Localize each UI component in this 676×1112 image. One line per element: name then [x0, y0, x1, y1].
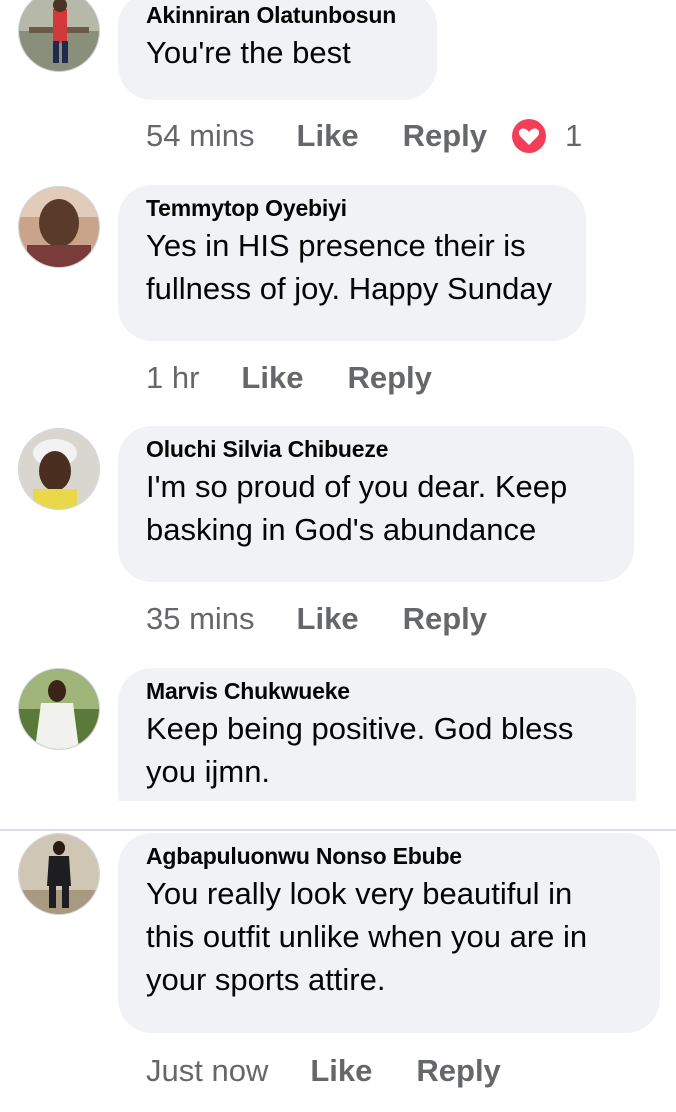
comment-text-line: you ijmn. [146, 754, 271, 789]
avatar-photo [19, 0, 99, 71]
avatar-photo [19, 429, 99, 509]
avatar[interactable] [18, 428, 100, 510]
comment-text-line: fullness of joy. Happy Sunday [146, 271, 553, 306]
like-button[interactable]: Like [310, 1053, 372, 1089]
comment-text-line: You're the best [146, 35, 351, 70]
reply-button[interactable]: Reply [403, 601, 487, 637]
scroll-clip [100, 801, 676, 829]
avatar[interactable] [18, 0, 100, 72]
comment-author[interactable]: Agbapuluonwu Nonso Ebube [146, 843, 632, 869]
comment-text: Keep being positive. God bless you ijmn. [146, 707, 608, 793]
comment-bubble: Temmytop Oyebiyi Yes in HIS presence the… [118, 185, 586, 341]
comment-author[interactable]: Marvis Chukwueke [146, 678, 608, 704]
reaction-count[interactable]: 1 [565, 118, 582, 154]
comment-timestamp[interactable]: 54 mins [146, 118, 255, 154]
comment-author[interactable]: Oluchi Silvia Chibueze [146, 436, 606, 462]
comment-actions: Just now Like Reply [146, 1053, 545, 1089]
comment-text: I'm so proud of you dear. Keep basking i… [146, 465, 606, 551]
comment-bubble: Akinniran Olatunbosun You're the best [118, 0, 437, 100]
comment-actions: 54 mins Like Reply 1 [146, 118, 582, 154]
comment-author[interactable]: Akinniran Olatunbosun [146, 2, 409, 28]
divider [0, 829, 676, 831]
like-button[interactable]: Like [241, 360, 303, 396]
comment-text-line: your sports attire. [146, 962, 386, 997]
comment-text: You're the best [146, 31, 409, 74]
reply-button[interactable]: Reply [403, 118, 487, 154]
comment-text-line: this outfit unlike when you are in [146, 919, 588, 954]
avatar-photo [19, 187, 99, 267]
avatar[interactable] [18, 186, 100, 268]
comment-actions: 35 mins Like Reply [146, 601, 531, 637]
love-heart-icon[interactable] [511, 118, 547, 154]
comment-timestamp[interactable]: 35 mins [146, 601, 255, 637]
avatar[interactable] [18, 668, 100, 750]
comment-text: You really look very beautiful in this o… [146, 872, 632, 1001]
avatar-photo [19, 834, 99, 914]
comment-bubble: Agbapuluonwu Nonso Ebube You really look… [118, 833, 660, 1033]
comment-bubble: Oluchi Silvia Chibueze I'm so proud of y… [118, 426, 634, 582]
comment-text-line: You really look very beautiful in [146, 876, 573, 911]
comment-text-line: Yes in HIS presence their is [146, 228, 526, 263]
like-button[interactable]: Like [297, 118, 359, 154]
reply-button[interactable]: Reply [347, 360, 431, 396]
comment-text-line: basking in God's abundance [146, 512, 537, 547]
comment-actions: 1 hr Like Reply [146, 360, 476, 396]
avatar-photo [19, 669, 99, 749]
comment-author[interactable]: Temmytop Oyebiyi [146, 195, 558, 221]
comment-timestamp[interactable]: 1 hr [146, 360, 199, 396]
avatar[interactable] [18, 833, 100, 915]
reply-button[interactable]: Reply [416, 1053, 500, 1089]
comment-text-line: Keep being positive. God bless [146, 711, 574, 746]
comment-text-line: I'm so proud of you dear. Keep [146, 469, 568, 504]
comment-text: Yes in HIS presence their is fullness of… [146, 224, 558, 310]
comment-timestamp[interactable]: Just now [146, 1053, 268, 1089]
like-button[interactable]: Like [297, 601, 359, 637]
